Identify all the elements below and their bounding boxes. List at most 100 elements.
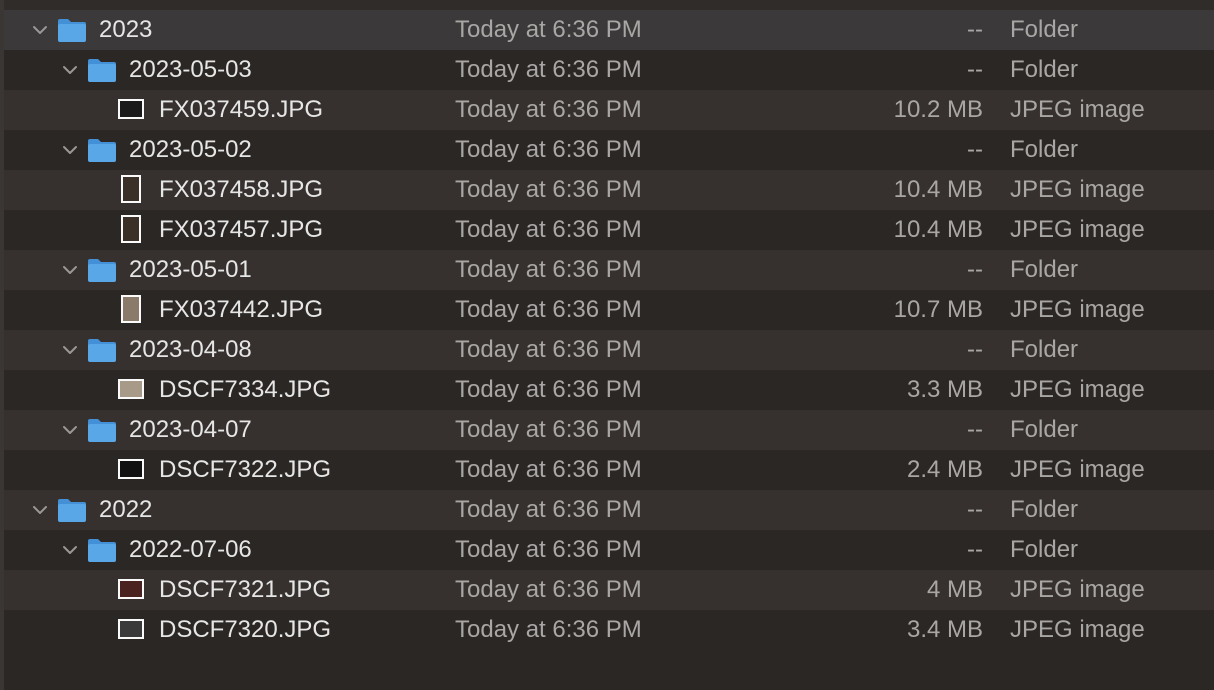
item-size: -- — [967, 496, 983, 523]
finder-list-window: 2023 Today at 6:36 PM -- Folder 2023-05-03 To… — [0, 0, 1214, 690]
folder-row[interactable]: 2023-05-01 Today at 6:36 PM -- Folder — [4, 250, 1214, 290]
item-size: 10.2 MB — [893, 96, 983, 123]
file-row[interactable]: FX037442.JPG Today at 6:36 PM 10.7 MB JPEG … — [4, 290, 1214, 330]
item-size: -- — [967, 256, 983, 283]
chevron-down-icon[interactable] — [30, 490, 50, 530]
thumbnail-preview — [120, 621, 142, 637]
item-size: 2.4 MB — [906, 456, 983, 483]
date-modified: Today at 6:36 PM — [455, 576, 642, 603]
date-modified: Today at 6:36 PM — [455, 176, 642, 203]
item-kind: Folder — [1010, 136, 1079, 163]
folder-icon — [87, 336, 117, 362]
file-row[interactable]: FX037459.JPG Today at 6:36 PM 10.2 MB JPEG … — [4, 90, 1214, 130]
date-modified: Today at 6:36 PM — [455, 136, 642, 163]
file-row[interactable]: FX037457.JPG Today at 6:36 PM 10.4 MB JPEG … — [4, 210, 1214, 250]
file-row[interactable]: DSCF7334.JPG Today at 6:36 PM 3.3 MB JPEG i… — [4, 370, 1214, 410]
chevron-down-icon[interactable] — [30, 10, 50, 50]
date-modified: Today at 6:36 PM — [455, 56, 642, 83]
date-modified: Today at 6:36 PM — [455, 216, 642, 243]
item-kind: JPEG image — [1010, 216, 1145, 243]
folder-icon — [87, 56, 117, 82]
chevron-down-icon[interactable] — [60, 130, 80, 170]
item-kind: JPEG image — [1010, 576, 1145, 603]
folder-row[interactable]: 2023-04-08 Today at 6:36 PM -- Folder — [4, 330, 1214, 370]
date-modified: Today at 6:36 PM — [455, 496, 642, 523]
file-list: 2023 Today at 6:36 PM -- Folder 2023-05-03 To… — [4, 10, 1214, 650]
folder-icon — [87, 416, 117, 442]
chevron-down-icon[interactable] — [60, 50, 80, 90]
thumbnail-preview — [123, 177, 139, 201]
date-modified: Today at 6:36 PM — [455, 336, 642, 363]
folder-icon — [57, 496, 87, 522]
item-name: DSCF7334.JPG — [159, 376, 332, 403]
item-size: -- — [967, 536, 983, 563]
item-size: 3.3 MB — [906, 376, 983, 403]
item-kind: JPEG image — [1010, 96, 1145, 123]
date-modified: Today at 6:36 PM — [455, 96, 642, 123]
folder-row[interactable]: 2023-05-02 Today at 6:36 PM -- Folder — [4, 130, 1214, 170]
item-size: 10.7 MB — [893, 296, 983, 323]
image-thumbnail-icon — [118, 619, 144, 639]
chevron-down-icon[interactable] — [60, 410, 80, 450]
item-name: DSCF7320.JPG — [159, 616, 332, 643]
image-thumbnail-icon — [121, 215, 141, 243]
thumbnail-preview — [123, 297, 139, 321]
folder-icon — [87, 536, 117, 562]
image-thumbnail-icon — [118, 99, 144, 119]
item-size: -- — [967, 136, 983, 163]
image-thumbnail-icon — [118, 379, 144, 399]
item-size: 4 MB — [926, 576, 983, 603]
item-size: 10.4 MB — [893, 176, 983, 203]
folder-row[interactable]: 2022 Today at 6:36 PM -- Folder — [4, 490, 1214, 530]
chevron-down-icon[interactable] — [60, 530, 80, 570]
item-kind: Folder — [1010, 256, 1079, 283]
item-name: DSCF7321.JPG — [159, 576, 332, 603]
folder-row[interactable]: 2022-07-06 Today at 6:36 PM -- Folder — [4, 530, 1214, 570]
thumbnail-preview — [120, 581, 142, 597]
item-size: -- — [967, 56, 983, 83]
item-kind: Folder — [1010, 336, 1079, 363]
date-modified: Today at 6:36 PM — [455, 256, 642, 283]
date-modified: Today at 6:36 PM — [455, 536, 642, 563]
folder-icon — [87, 136, 117, 162]
image-thumbnail-icon — [121, 175, 141, 203]
item-kind: Folder — [1010, 496, 1079, 523]
date-modified: Today at 6:36 PM — [455, 16, 642, 43]
item-name: 2023-05-02 — [129, 136, 252, 163]
item-name: 2023-05-03 — [129, 56, 252, 83]
item-name: FX037458.JPG — [159, 176, 324, 203]
folder-icon — [57, 16, 87, 42]
item-kind: Folder — [1010, 416, 1079, 443]
folder-row[interactable]: 2023 Today at 6:36 PM -- Folder — [4, 10, 1214, 50]
item-kind: JPEG image — [1010, 376, 1145, 403]
item-size: 10.4 MB — [893, 216, 983, 243]
thumbnail-preview — [120, 101, 142, 117]
thumbnail-preview — [123, 217, 139, 241]
thumbnail-preview — [120, 381, 142, 397]
date-modified: Today at 6:36 PM — [455, 456, 642, 483]
item-kind: Folder — [1010, 536, 1079, 563]
item-name: FX037459.JPG — [159, 96, 324, 123]
image-thumbnail-icon — [118, 459, 144, 479]
folder-icon — [87, 256, 117, 282]
file-row[interactable]: DSCF7321.JPG Today at 6:36 PM 4 MB JPEG ima… — [4, 570, 1214, 610]
item-kind: Folder — [1010, 56, 1079, 83]
file-row[interactable]: DSCF7322.JPG Today at 6:36 PM 2.4 MB JPEG i… — [4, 450, 1214, 490]
item-size: -- — [967, 416, 983, 443]
item-kind: JPEG image — [1010, 176, 1145, 203]
item-kind: JPEG image — [1010, 616, 1145, 643]
chevron-down-icon[interactable] — [60, 330, 80, 370]
item-kind: Folder — [1010, 16, 1079, 43]
item-name: 2023-05-01 — [129, 256, 252, 283]
file-row[interactable]: DSCF7320.JPG Today at 6:36 PM 3.4 MB JPEG i… — [4, 610, 1214, 650]
item-name: DSCF7322.JPG — [159, 456, 332, 483]
chevron-down-icon[interactable] — [60, 250, 80, 290]
folder-row[interactable]: 2023-04-07 Today at 6:36 PM -- Folder — [4, 410, 1214, 450]
item-size: 3.4 MB — [906, 616, 983, 643]
file-row[interactable]: FX037458.JPG Today at 6:36 PM 10.4 MB JPEG … — [4, 170, 1214, 210]
item-name: FX037442.JPG — [159, 296, 324, 323]
date-modified: Today at 6:36 PM — [455, 616, 642, 643]
folder-row[interactable]: 2023-05-03 Today at 6:36 PM -- Folder — [4, 50, 1214, 90]
list-header-edge — [0, 0, 1214, 10]
image-thumbnail-icon — [118, 579, 144, 599]
